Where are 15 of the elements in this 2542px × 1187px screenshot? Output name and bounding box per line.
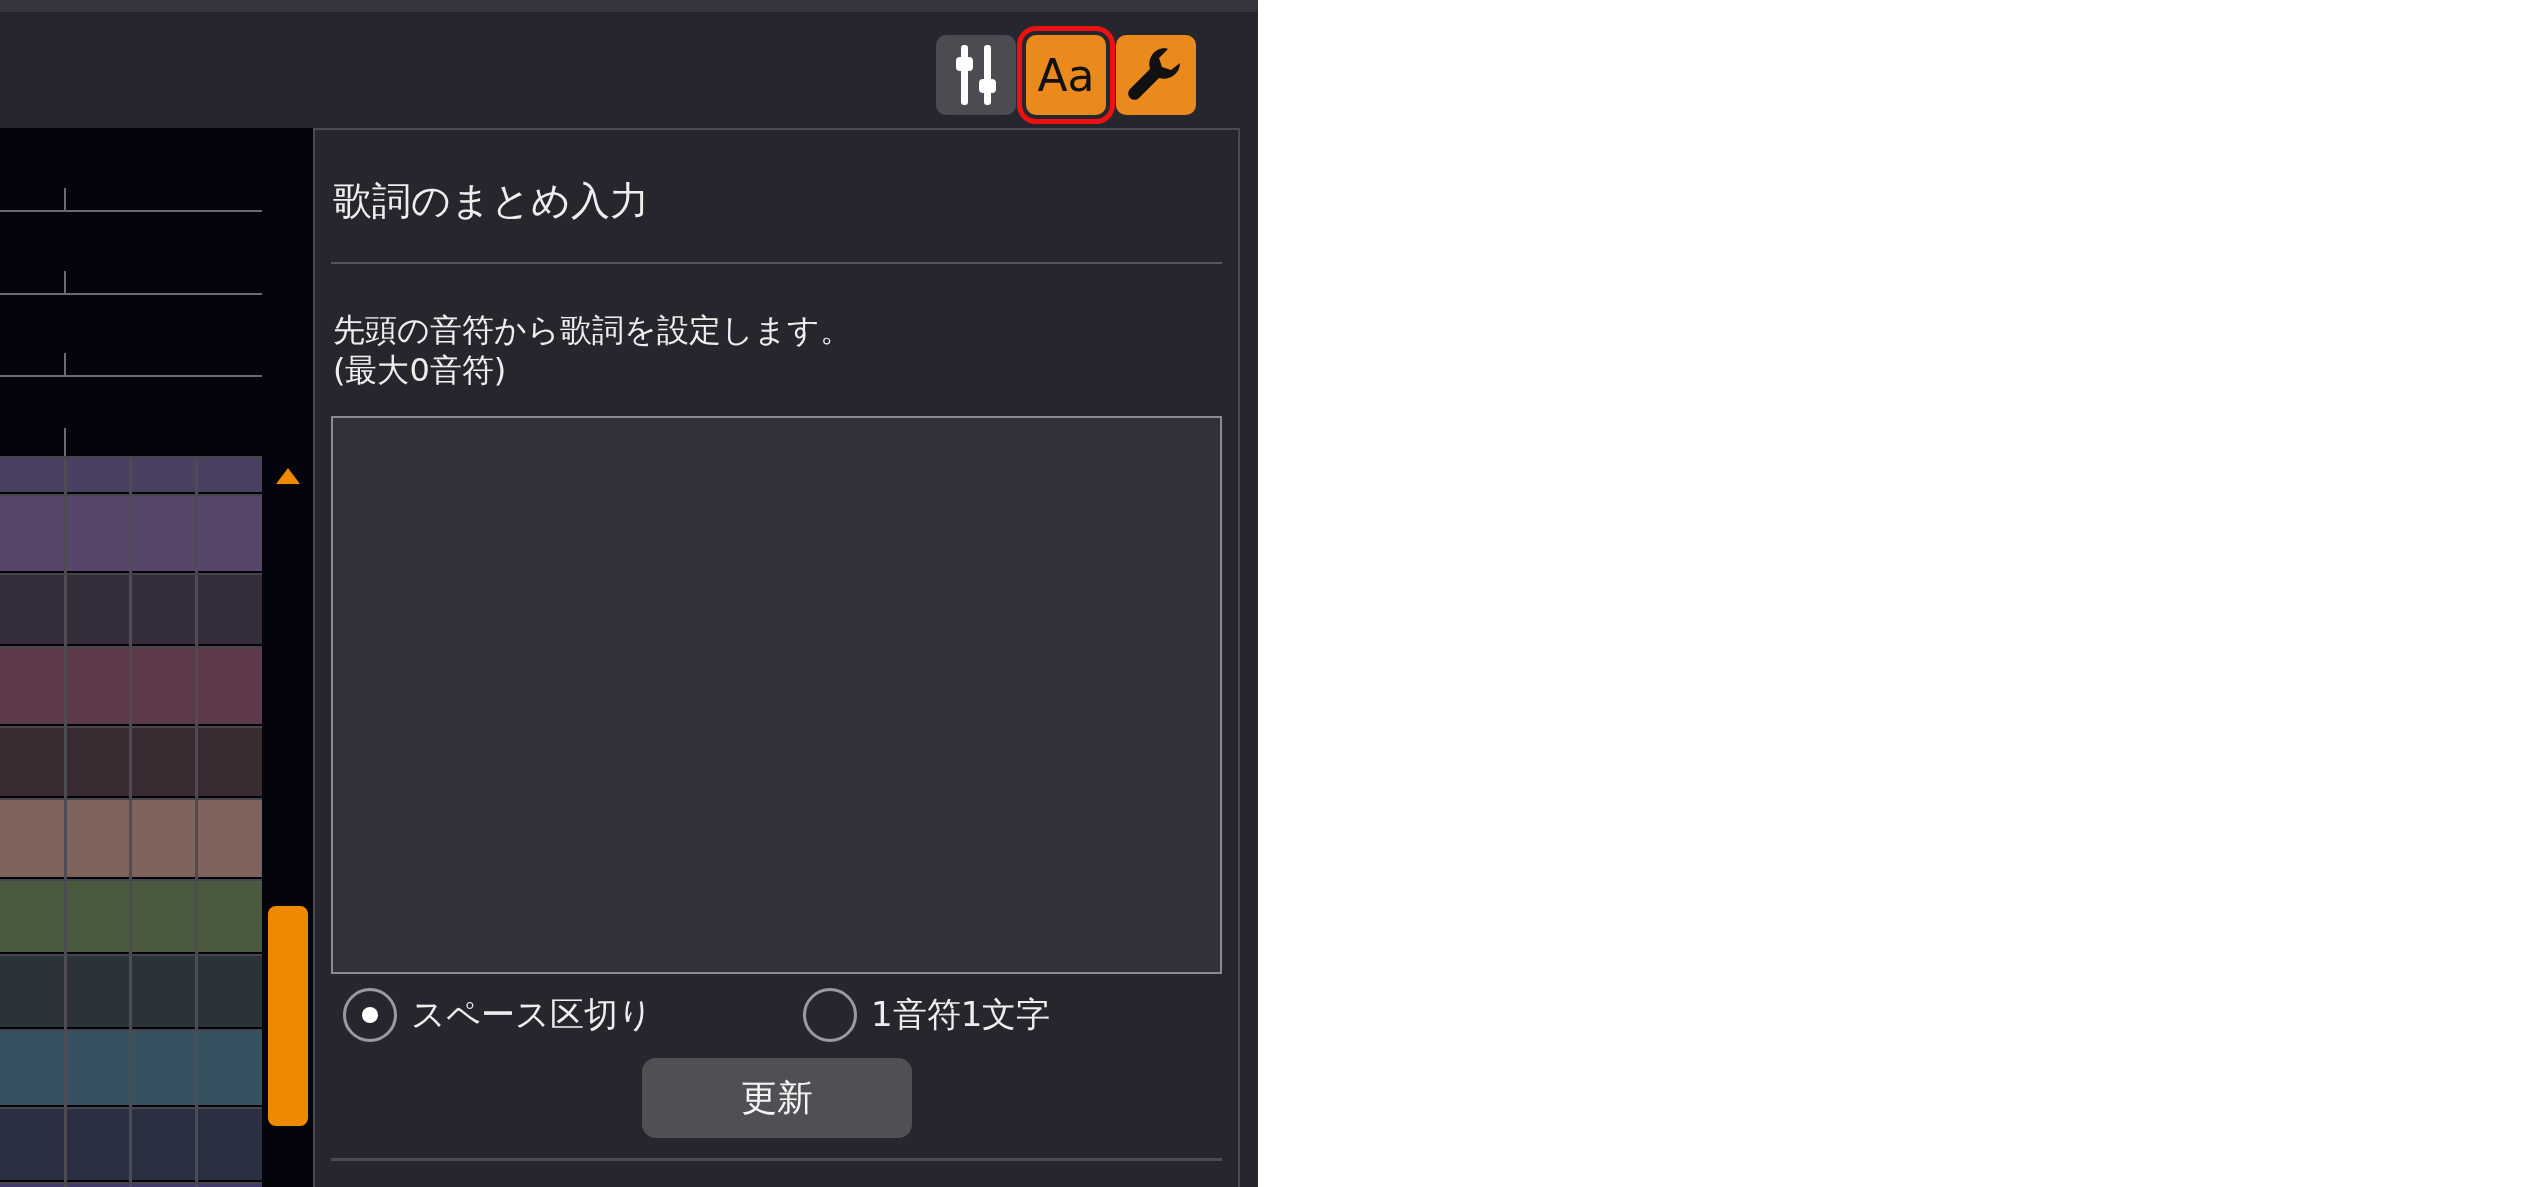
scrollbar-thumb[interactable] [267,906,308,1126]
radio-icon[interactable] [343,988,397,1042]
radio-icon[interactable] [803,988,857,1042]
radio-label: スペース区切り [411,993,653,1036]
panel-description: 先頭の音符から歌詞を設定します。 (最大0音符) [332,310,853,390]
sliders-icon [953,43,999,107]
mode-radio-option[interactable]: 1音符1文字 [803,988,1051,1042]
radio-label: 1音符1文字 [871,993,1051,1036]
panel-title: 歌詞のまとめ入力 [331,130,1222,264]
wrench-button[interactable] [1116,35,1196,115]
mode-radio-option[interactable]: スペース区切り [343,988,653,1042]
update-button[interactable]: 更新 [641,1058,912,1138]
sliders-button[interactable] [936,35,1016,115]
scroll-up-icon[interactable] [275,468,300,484]
lyrics-input-field[interactable] [331,416,1222,974]
